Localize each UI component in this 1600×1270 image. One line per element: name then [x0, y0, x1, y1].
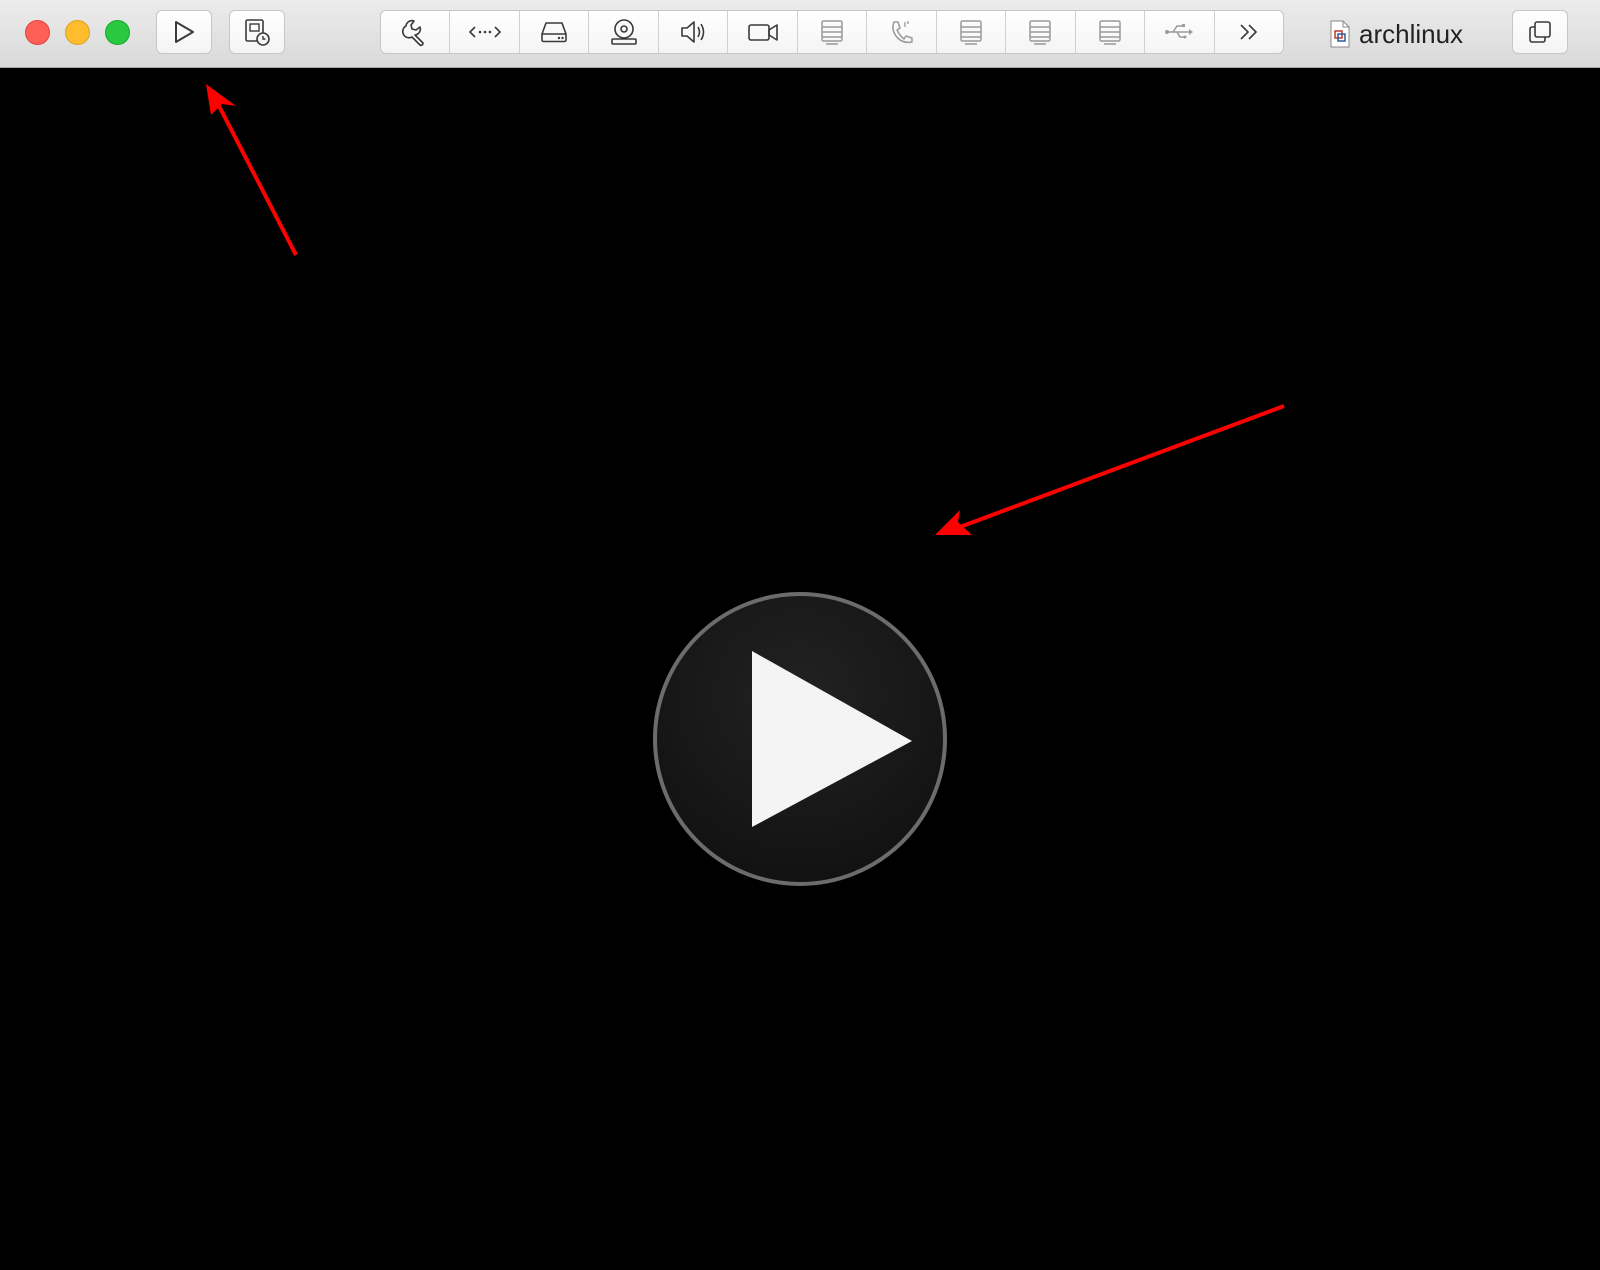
start-vm-button[interactable] — [156, 10, 212, 54]
camera-icon — [747, 24, 778, 41]
parallel-port-icon — [1029, 20, 1052, 45]
modem-button[interactable] — [867, 11, 937, 53]
window-toolbar: archlinux — [0, 0, 1600, 68]
window-title: archlinux — [1359, 18, 1464, 49]
zoom-window-button[interactable] — [105, 20, 130, 45]
vm-window: archlinux — [0, 0, 1600, 1270]
parallel-port-button[interactable] — [1006, 11, 1076, 53]
serial-port-button[interactable] — [937, 11, 1007, 53]
cd-dvd-button[interactable] — [589, 11, 659, 53]
sound-icon — [681, 21, 705, 43]
storage-icon — [1099, 20, 1121, 45]
full-screen-button[interactable] — [1512, 10, 1568, 54]
serial-port-icon — [960, 20, 982, 45]
device-toolbar — [380, 10, 1284, 54]
window-title-area: archlinux — [1330, 14, 1463, 54]
storage-button[interactable] — [1076, 11, 1146, 53]
close-window-button[interactable] — [25, 20, 50, 45]
play-icon — [175, 21, 194, 43]
hard-disk-icon — [541, 22, 567, 43]
modem-icon — [891, 21, 913, 44]
snapshot-button[interactable] — [229, 10, 285, 54]
snapshot-icon — [245, 19, 270, 46]
network-icon — [468, 26, 501, 38]
minimize-window-button[interactable] — [65, 20, 90, 45]
play-icon — [752, 651, 912, 827]
usb-icon — [1165, 24, 1194, 39]
settings-button[interactable] — [381, 11, 451, 53]
wrench-icon — [402, 19, 425, 47]
printer-icon — [821, 20, 843, 45]
vm-display[interactable] — [0, 69, 1600, 1270]
hard-disk-button[interactable] — [520, 11, 590, 53]
usb-button[interactable] — [1145, 11, 1215, 53]
sound-button[interactable] — [659, 11, 729, 53]
cd-dvd-icon — [610, 19, 637, 45]
camera-button[interactable] — [728, 11, 798, 53]
more-chevron-icon — [1240, 24, 1257, 40]
printer-button[interactable] — [798, 11, 868, 53]
network-button[interactable] — [450, 11, 520, 53]
fullscreen-window-icon — [1529, 21, 1551, 43]
start-vm-overlay-button[interactable] — [653, 592, 947, 886]
more-devices-button[interactable] — [1215, 11, 1283, 53]
vm-document-icon — [1330, 20, 1350, 48]
